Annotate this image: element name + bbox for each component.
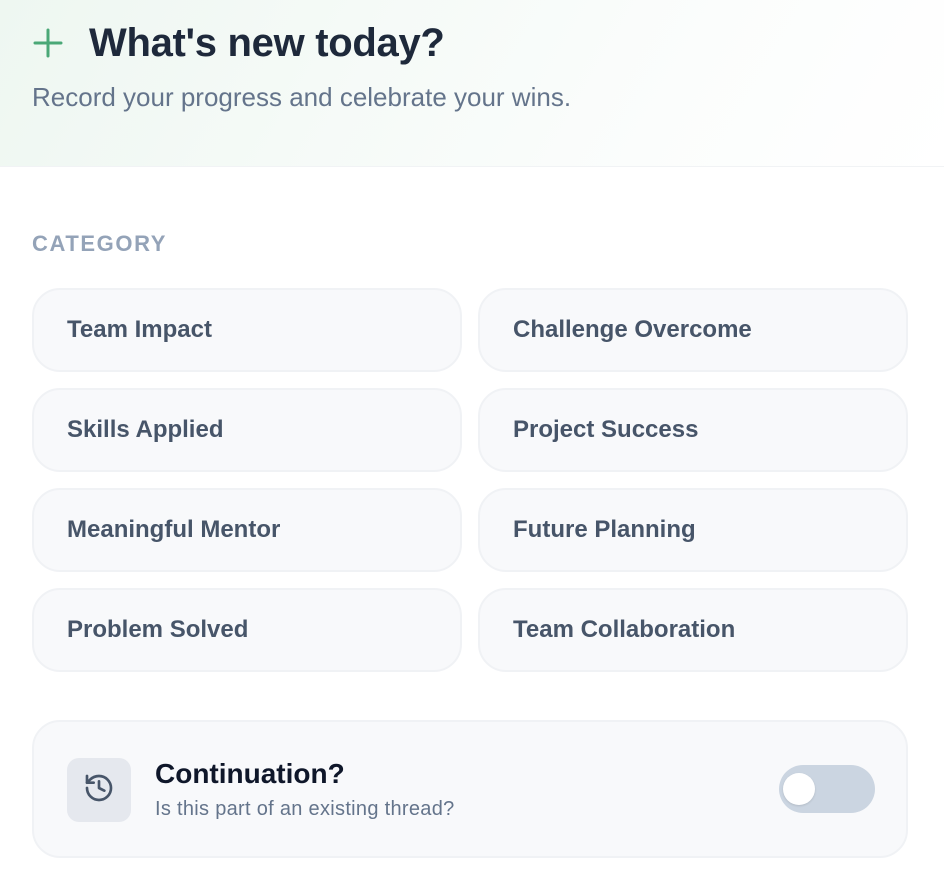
continuation-toggle[interactable] xyxy=(779,765,875,813)
category-team-collaboration[interactable]: Team Collaboration xyxy=(478,588,908,672)
toggle-knob xyxy=(783,773,815,805)
category-section-label: CATEGORY xyxy=(32,231,168,256)
page-title: What's new today? xyxy=(89,20,445,65)
category-future-planning[interactable]: Future Planning xyxy=(478,488,908,572)
continuation-card: Continuation? Is this part of an existin… xyxy=(32,720,908,858)
category-skills-applied[interactable]: Skills Applied xyxy=(32,388,462,472)
plus-icon xyxy=(32,23,72,63)
continuation-subtitle: Is this part of an existing thread? xyxy=(155,798,455,820)
header-row: What's new today? xyxy=(32,18,445,68)
history-icon-box xyxy=(67,758,131,822)
category-problem-solved[interactable]: Problem Solved xyxy=(32,588,462,672)
history-icon xyxy=(83,772,115,809)
category-challenge-overcome[interactable]: Challenge Overcome xyxy=(478,288,908,372)
category-team-impact[interactable]: Team Impact xyxy=(32,288,462,372)
category-meaningful-mentor[interactable]: Meaningful Mentor xyxy=(32,488,462,572)
header: What's new today? Record your progress a… xyxy=(0,0,944,167)
category-project-success[interactable]: Project Success xyxy=(478,388,908,472)
category-grid: Team Impact Challenge Overcome Skills Ap… xyxy=(32,288,908,672)
page-subtitle: Record your progress and celebrate your … xyxy=(32,82,572,112)
continuation-title: Continuation? xyxy=(155,758,345,789)
